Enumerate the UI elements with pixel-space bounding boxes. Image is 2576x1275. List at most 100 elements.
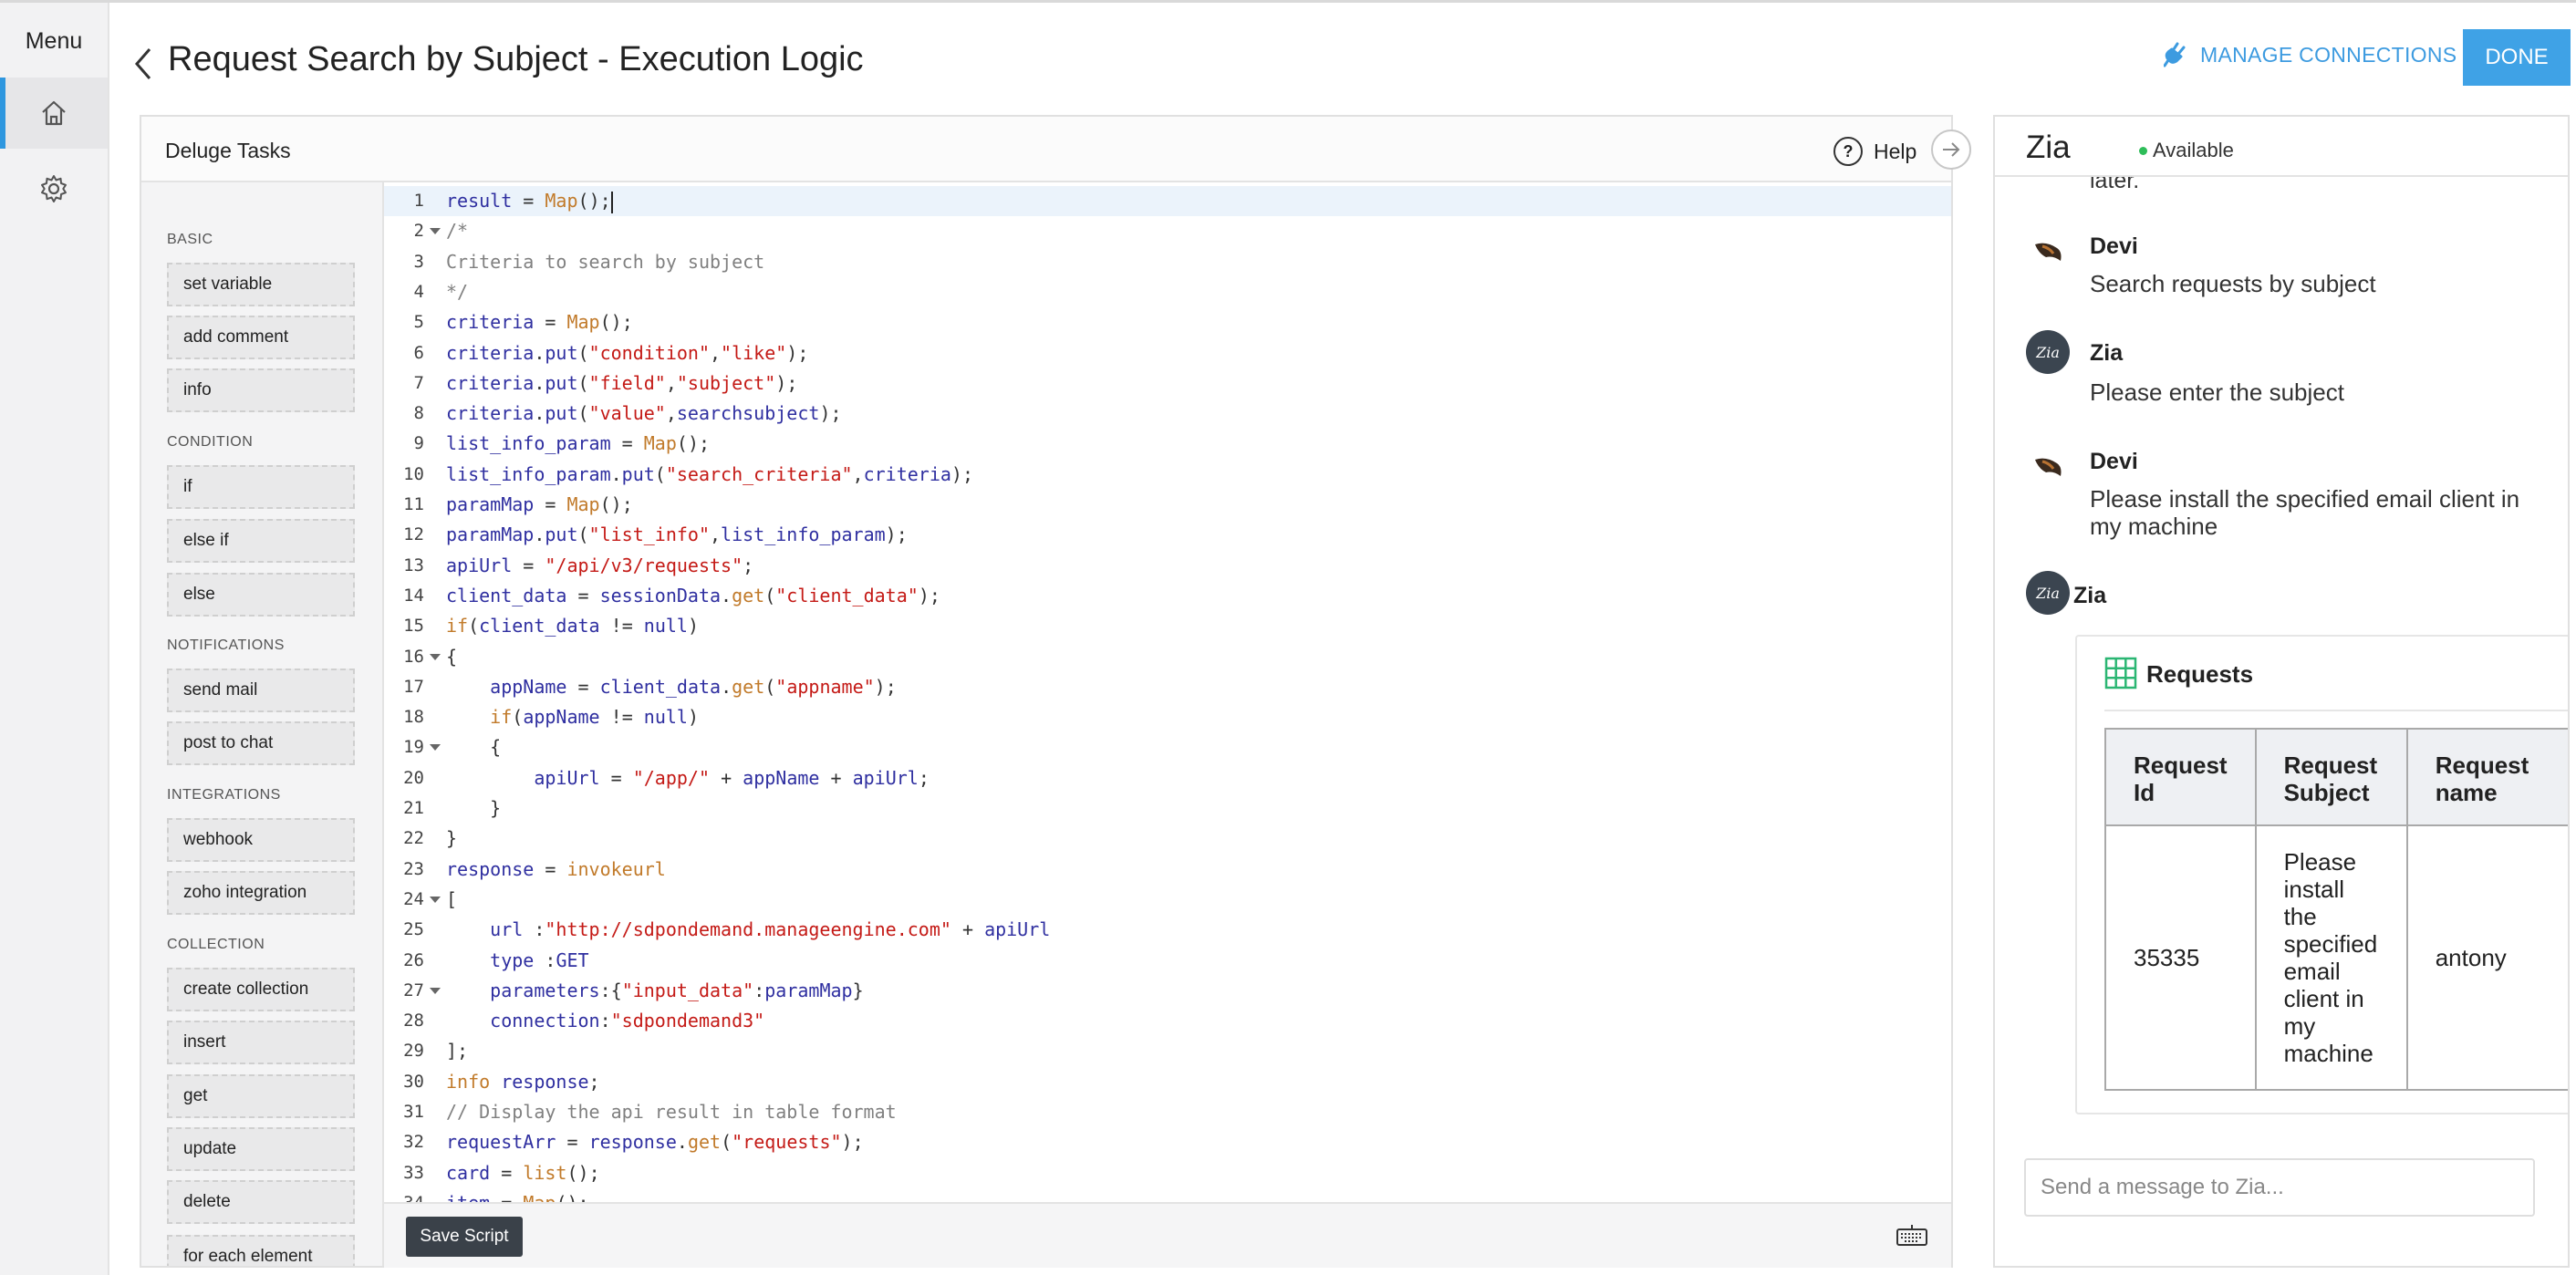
bird-icon (2035, 458, 2062, 476)
task-delete[interactable]: delete (167, 1180, 355, 1224)
fold-arrow-icon[interactable] (430, 896, 441, 903)
code-text: Criteria to search by subject (446, 250, 765, 273)
table-cell: Please install the specified email clien… (2254, 824, 2408, 1091)
deluge-header: Deluge Tasks ? Help (141, 117, 1951, 182)
code-line[interactable]: 4 */ (384, 277, 1951, 307)
line-number: 4 (413, 281, 424, 302)
task-create-collection[interactable]: create collection (167, 968, 355, 1011)
line-number: 25 (403, 919, 424, 940)
code-text: // Display the api result in table forma… (446, 1101, 897, 1123)
line-number: 33 (403, 1162, 424, 1183)
zia-message-input[interactable]: Send a message to Zia... (2024, 1158, 2535, 1217)
text-cursor (610, 191, 613, 213)
line-number: 16 (403, 646, 424, 667)
code-line[interactable]: 20 apiUrl = "/app/" + appName + apiUrl; (384, 763, 1951, 793)
code-line[interactable]: 31 // Display the api result in table for… (384, 1097, 1951, 1127)
help-button[interactable]: ? Help (1833, 137, 1916, 166)
code-line[interactable]: 33 card = list(); (384, 1158, 1951, 1188)
code-line[interactable]: 29]; (384, 1036, 1951, 1066)
code-text: criteria.put("value",searchsubject); (446, 402, 842, 425)
code-text: connection:"sdpondemand3" (490, 1010, 765, 1032)
code-line[interactable]: 25 url :"http://sdpondemand.manageengine… (384, 915, 1951, 945)
save-script-button[interactable]: Save Script (406, 1217, 523, 1257)
code-editor[interactable]: 1 result = Map(); 2 /* 3 Criteria to search b… (384, 182, 1951, 1202)
task-send-mail[interactable]: send mail (167, 669, 355, 712)
line-number: 24 (403, 888, 424, 909)
line-number: 2 (413, 221, 424, 242)
line-number: 23 (403, 858, 424, 879)
home-icon (42, 100, 66, 126)
nav-settings[interactable] (0, 153, 108, 224)
code-line[interactable]: 6 criteria.put("condition","like"); (384, 338, 1951, 368)
fold-arrow-icon[interactable] (430, 228, 441, 235)
code-line[interactable]: 19 { (384, 732, 1951, 762)
code-line[interactable]: 2 /* (384, 216, 1951, 246)
code-line[interactable]: 21 } (384, 793, 1951, 824)
code-line[interactable]: 11 paramMap = Map(); (384, 490, 1951, 520)
nav-home[interactable] (0, 78, 108, 149)
code-text: response = invokeurl (446, 857, 666, 880)
deluge-title: Deluge Tasks (165, 139, 291, 162)
code-line[interactable]: 27 parameters:{"input_data":paramMap} (384, 976, 1951, 1006)
task-if[interactable]: if (167, 465, 355, 509)
keyboard-icon[interactable] (1896, 1224, 1927, 1246)
code-line[interactable]: 1 result = Map(); (384, 186, 1951, 216)
fold-arrow-icon[interactable] (430, 744, 441, 752)
table-row[interactable]: 35335 Please install the specified email… (2104, 824, 2568, 1091)
collapse-arrow-button[interactable] (1931, 130, 1971, 170)
task-get[interactable]: get (167, 1074, 355, 1118)
back-chevron-icon[interactable] (131, 46, 155, 82)
fold-arrow-icon[interactable] (430, 653, 441, 660)
done-button[interactable]: DONE (2463, 29, 2571, 86)
code-line[interactable]: 15 if(client_data != null) (384, 611, 1951, 641)
column-header: Request Subject (2254, 728, 2408, 826)
code-line[interactable]: 34 item = Map(); (384, 1188, 1951, 1202)
code-text: item = Map(); (446, 1188, 589, 1202)
code-line[interactable]: 24 [ (384, 885, 1951, 915)
code-line[interactable]: 23 response = invokeurl (384, 855, 1951, 885)
arrow-right-icon (1943, 142, 1960, 157)
code-line[interactable]: 22} (384, 824, 1951, 854)
line-number: 14 (403, 585, 424, 606)
editor-footer: Save Script (384, 1202, 1951, 1268)
line-number: 8 (413, 403, 424, 424)
zia-logo-icon: Zia (2036, 584, 2060, 602)
deluge-editor-panel: Deluge Tasks ? Help BASIC set variable a… (140, 115, 1953, 1268)
code-line[interactable]: 26 type :GET (384, 946, 1951, 976)
code-line[interactable]: 18 if(appName != null) (384, 702, 1951, 732)
code-line[interactable]: 32 requestArr = response.get("requests"); (384, 1127, 1951, 1157)
code-line[interactable]: 7 criteria.put("field","subject"); (384, 368, 1951, 399)
task-zoho-integration[interactable]: zoho integration (167, 871, 355, 915)
task-update[interactable]: update (167, 1127, 355, 1171)
code-text: appName = client_data.get("appname"); (490, 675, 897, 698)
manage-connections-link[interactable]: MANAGE CONNECTIONS (2164, 42, 2457, 67)
requests-card: Requests Request Id Request Subject Requ… (2075, 635, 2568, 1114)
zia-avatar: Zia (2026, 571, 2070, 615)
task-insert[interactable]: insert (167, 1021, 355, 1064)
code-text: parameters:{"input_data":paramMap} (490, 979, 864, 1001)
task-post-to-chat[interactable]: post to chat (167, 721, 355, 765)
code-line[interactable]: 28 connection:"sdpondemand3" (384, 1006, 1951, 1036)
message-author: Devi (2090, 449, 2138, 474)
fold-arrow-icon[interactable] (430, 987, 441, 994)
task-for-each-element[interactable]: for each element (167, 1235, 355, 1266)
task-add-comment[interactable]: add comment (167, 316, 355, 359)
code-line[interactable]: 17 appName = client_data.get("appname"); (384, 672, 1951, 702)
code-line[interactable]: 8 criteria.put("value",searchsubject); (384, 399, 1951, 429)
task-else[interactable]: else (167, 573, 355, 617)
code-line[interactable]: 30 info response; (384, 1067, 1951, 1097)
line-number: 19 (403, 737, 424, 758)
task-set-variable[interactable]: set variable (167, 263, 355, 306)
code-line[interactable]: 16 { (384, 642, 1951, 672)
code-line[interactable]: 5 criteria = Map(); (384, 307, 1951, 337)
code-line[interactable]: 12 paramMap.put("list_info",list_info_par… (384, 520, 1951, 550)
menu-label[interactable]: Menu (0, 28, 108, 55)
task-webhook[interactable]: webhook (167, 818, 355, 862)
code-line[interactable]: 14 client_data = sessionData.get("client_… (384, 581, 1951, 611)
code-line[interactable]: 3 Criteria to search by subject (384, 247, 1951, 277)
code-line[interactable]: 10 list_info_param.put("search_criteria",… (384, 460, 1951, 490)
code-line[interactable]: 13 apiUrl = "/api/v3/requests"; (384, 551, 1951, 581)
task-info[interactable]: info (167, 368, 355, 412)
code-line[interactable]: 9 list_info_param = Map(); (384, 429, 1951, 459)
task-else-if[interactable]: else if (167, 519, 355, 563)
